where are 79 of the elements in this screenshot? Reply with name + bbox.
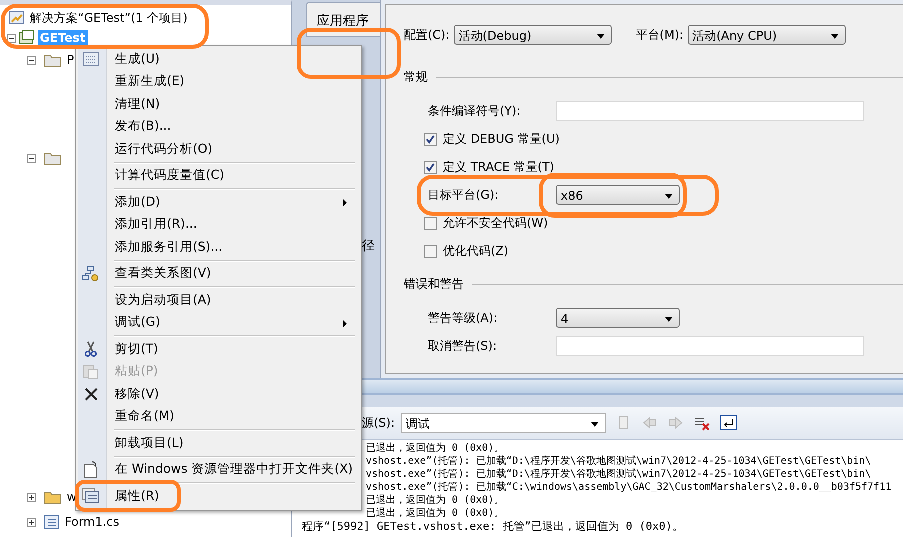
form-icon — [44, 514, 60, 530]
section-title: 错误和警告 — [404, 276, 464, 292]
output-line: 程序“[5992] GETest.vshost.exe: 托管”已退出，返回值为 0 (0x0)。 — [302, 520, 684, 533]
output-line: 已退出，返回值为 0 (0x0)。 — [366, 442, 504, 455]
menu-item[interactable]: 设为启动项目(A) — [76, 289, 361, 312]
document-icon — [84, 460, 98, 479]
output-line: 已退出，返回值为 0 (0x0)。 — [366, 507, 504, 520]
output-line: vshost.exe”(托管): 已加载“C:\windows\assembly\GAC_32\CustomMarshalers\2.0.0.0__b03f5f7f11 — [366, 481, 892, 494]
section-title: 常规 — [404, 68, 428, 86]
platform-dropdown[interactable]: 活动(Any CPU) — [688, 25, 846, 45]
checkbox[interactable] — [424, 160, 437, 174]
menu-item[interactable]: 在 Windows 资源管理器中打开文件夹(X) — [76, 458, 361, 481]
dropdown-arrow-icon — [830, 34, 839, 39]
menu-item[interactable]: 运行代码分析(O) — [76, 138, 361, 160]
solution-label[interactable]: 解决方案“GETest”(1 个项目) — [28, 8, 190, 28]
submenu-arrow-icon — [343, 320, 347, 328]
expander-icon[interactable] — [27, 518, 36, 526]
checkbox-label: 定义 TRACE 常量(T) — [443, 158, 554, 176]
menu-item[interactable]: 重新生成(E) — [76, 70, 361, 93]
page-tab[interactable]: 径 — [362, 237, 380, 255]
dropdown[interactable]: 4 — [556, 308, 680, 328]
menu-item[interactable]: 查看类关系图(V) — [76, 262, 361, 285]
list-icon — [82, 488, 100, 504]
checkbox-label: 优化代码(Z) — [443, 242, 509, 260]
folder-icon — [44, 490, 62, 504]
config-dropdown[interactable]: 活动(Debug) — [454, 25, 612, 45]
diagram-icon — [82, 266, 100, 282]
folder-icon — [44, 150, 62, 166]
field-label: 警告等级(A): — [427, 310, 499, 326]
dropdown[interactable]: x86 — [556, 185, 680, 205]
menu-item[interactable]: 生成(U) — [76, 48, 361, 70]
menu-item[interactable]: 清理(N) — [76, 93, 361, 116]
field-label: 取消警告(S): — [427, 338, 498, 354]
output-line: 已退出，返回值为 0 (0x0)。 — [366, 494, 504, 507]
input-field[interactable] — [556, 336, 864, 356]
platform-label: 平台(M): — [636, 26, 684, 44]
checkbox[interactable] — [424, 132, 437, 146]
menu-item[interactable]: 卸载项目(L) — [76, 432, 361, 454]
menu-item[interactable]: 发布(B)... — [76, 116, 361, 138]
source-label: 源(S): — [362, 414, 396, 432]
tree-item-label[interactable]: Form1.cs — [63, 514, 122, 530]
csharp-project-icon — [19, 30, 35, 46]
expander-icon[interactable] — [27, 154, 36, 162]
scissors-icon — [85, 341, 97, 358]
output-line: vshost.exe”(托管): 已加载“D:\程序开发\谷歌地图测试\win7\2012-4-25-1034\GETest\GETest\bin\ — [366, 455, 872, 468]
dropdown-arrow-icon — [591, 422, 600, 427]
menu-item[interactable]: 添加引用(R)... — [76, 214, 361, 236]
dropdown-arrow-icon — [665, 194, 673, 199]
menu-item[interactable]: 调试(G) — [76, 312, 361, 334]
menu-item[interactable]: 移除(V) — [76, 383, 361, 406]
checkbox-label: 允许不安全代码(W) — [443, 214, 548, 232]
submenu-arrow-icon — [343, 199, 347, 207]
solution-icon — [9, 10, 25, 26]
menu-item[interactable]: 重命名(M) — [76, 406, 361, 428]
dropdown-arrow-icon — [665, 317, 673, 322]
menu-item[interactable]: 添加服务引用(S)... — [76, 236, 361, 258]
menu-item[interactable]: 计算代码度量值(C) — [76, 164, 361, 187]
output-line: vshost.exe”(托管): 已加载“D:\程序开发\谷歌地图测试\win7\2012-4-25-1034\GETest\GETest\bin\ — [366, 468, 872, 481]
expander-icon[interactable] — [27, 56, 36, 64]
clipboard-icon — [83, 364, 99, 380]
menu-item[interactable]: 添加(D) — [76, 191, 361, 214]
menu-item[interactable]: 属性(R) — [76, 485, 361, 508]
input-field[interactable] — [556, 101, 864, 121]
word-wrap-icon[interactable] — [720, 415, 738, 431]
source-dropdown[interactable]: 调试 — [401, 413, 606, 433]
field-label: 条件编译符号(Y): — [427, 102, 522, 120]
calculator-icon — [83, 52, 99, 66]
tree-item-label[interactable]: P — [65, 52, 76, 68]
folder-icon — [44, 52, 62, 68]
expander-icon[interactable] — [27, 492, 36, 502]
dropdown-arrow-icon — [596, 34, 605, 39]
checkbox[interactable] — [424, 244, 437, 258]
close-icon — [84, 388, 98, 401]
field-label: 目标平台(G): — [427, 186, 500, 204]
checkbox[interactable] — [424, 216, 437, 230]
collapse-icon[interactable] — [7, 34, 16, 42]
checkbox-label: 定义 DEBUG 常量(U) — [443, 130, 560, 148]
menu-item[interactable]: 剪切(T) — [76, 338, 361, 360]
config-label: 配置(C): — [404, 26, 450, 44]
